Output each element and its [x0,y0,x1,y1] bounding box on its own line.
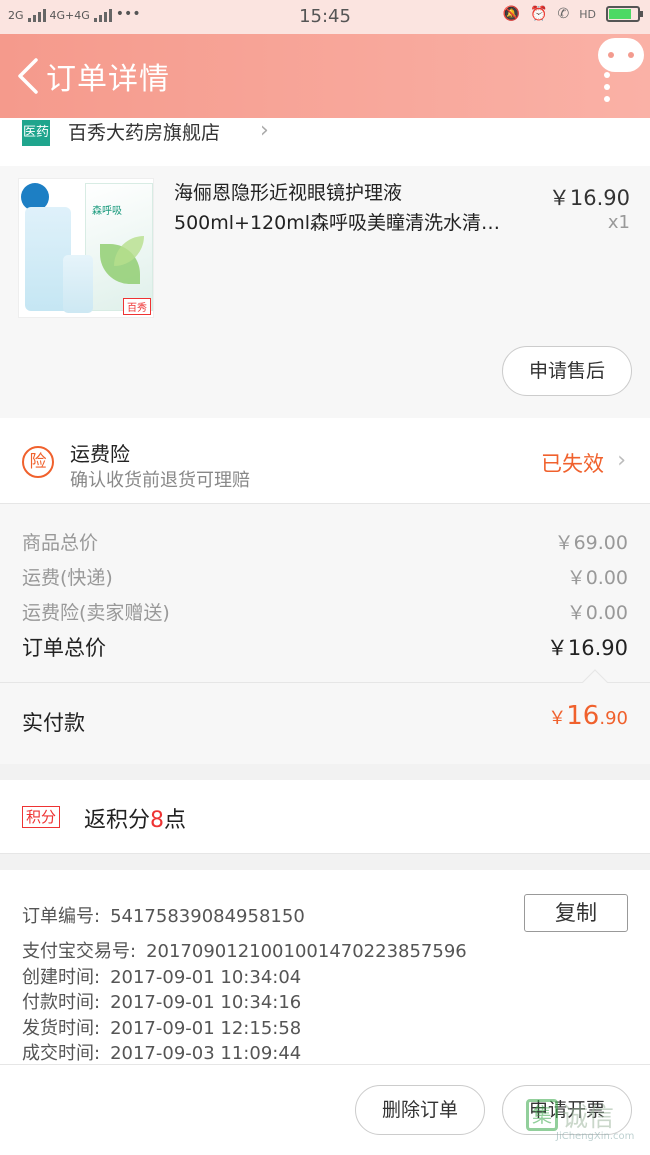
amount-paid-row: 实付款 ￥16.90 [0,669,650,764]
product-image: 森呼吸 百秀 [18,178,154,318]
bubble-dot [628,52,634,58]
chevron-left-icon [18,58,38,94]
product-price: ￥16.90 [548,186,630,210]
insurance-title: 运费险 [70,442,130,466]
created-label: 创建时间: [22,967,101,988]
paid-time-label: 付款时间: [22,992,101,1013]
insurance-fee-row: 运费险(卖家赠送) ￥0.00 [22,598,628,625]
points-prefix: 返积分 [84,808,151,833]
created-row: 创建时间: 2017-09-01 10:34:04 [22,963,301,989]
app-header: 订单详情 [0,34,650,118]
points-badge: 积分 [22,806,61,828]
bell-off-icon: 🔕 [502,6,521,22]
store-row[interactable]: 医药 百秀大药房旗舰店 › [0,118,650,166]
battery-fill [609,9,632,19]
completed-label: 成交时间: [22,1043,101,1064]
shipped-label: 发货时间: [22,1018,101,1039]
order-number-label: 订单编号: [22,906,101,927]
product-name: 海俪恩隐形近视眼镜护理液 500ml+120ml森呼吸美瞳清洗水清… [174,178,534,238]
shipping-insurance-row[interactable]: 险 运费险 确认收货前退货可理赔 已失效 › [0,418,650,504]
status-right: 🔕 ⏰ ✆ HD [502,6,643,22]
battery-icon [606,6,643,22]
completed-value: 2017-09-03 11:09:44 [110,1043,302,1064]
order-total-value: ￥16.90 [546,636,628,660]
completed-row: 成交时间: 2017-09-03 11:09:44 [22,1039,301,1065]
chat-bubble-icon[interactable] [598,38,644,72]
order-total-label: 订单总价 [22,636,106,660]
insurance-fee-label: 运费险(卖家赠送) [22,602,170,624]
site-watermark: 集 诚信 JiChengXin.com [526,1097,644,1147]
paid-time-value: 2017-09-01 10:34:16 [110,992,302,1013]
back-button[interactable] [12,56,46,96]
goods-total-label: 商品总价 [22,532,99,554]
shipped-value: 2017-09-01 12:15:58 [110,1018,302,1039]
action-bar: 删除订单 申请开票 集 诚信 JiChengXin.com [0,1064,650,1155]
points-suffix: 点 [164,808,187,833]
paid-time-row: 付款时间: 2017-09-01 10:34:16 [22,988,301,1014]
product-card[interactable]: 森呼吸 百秀 海俪恩隐形近视眼镜护理液 500ml+120ml森呼吸美瞳清洗水清… [0,166,650,418]
chevron-right-icon: › [260,118,269,143]
more-menu-icon[interactable] [604,72,610,108]
order-number-value: 54175839084958150 [110,906,305,927]
delete-order-button[interactable]: 删除订单 [355,1085,485,1135]
order-number-row: 订单编号: 54175839084958150 [22,902,305,928]
watermark-text: 诚信 [562,1103,615,1133]
shipping-label: 运费(快递) [22,567,113,589]
product-quantity: x1 [607,212,630,233]
shipping-value: ￥0.00 [566,567,628,589]
points-row: 积分 返积分8点 [0,780,650,854]
shipped-row: 发货时间: 2017-09-01 12:15:58 [22,1014,301,1040]
product-image-text: 森呼吸 [92,206,122,217]
call-icon: ✆ [557,6,570,22]
points-text: 返积分8点 [84,802,186,834]
insurance-status: 已失效 [541,452,604,476]
amount-integer: 16 [566,701,600,731]
alipay-label: 支付宝交易号: [22,941,137,962]
goods-total-row: 商品总价 ￥69.00 [22,528,628,555]
amount-decimal: .90 [599,708,628,729]
status-bar: 2G 4G+4G ••• 15:45 🔕 ⏰ ✆ HD [0,0,650,34]
shipping-row: 运费(快递) ￥0.00 [22,563,628,590]
created-value: 2017-09-01 10:34:04 [110,967,302,988]
brand-badge: 百秀 [123,298,151,315]
watermark-url: JiChengXin.com [556,1131,635,1142]
points-number: 8 [150,808,165,833]
small-bottle-graphic [63,255,93,313]
copy-button[interactable]: 复制 [524,894,628,932]
product-name-line1: 海俪恩隐形近视眼镜护理液 [174,182,403,204]
pharmacy-icon: 医药 [22,120,50,146]
chevron-right-icon: › [617,448,626,473]
alipay-value: 2017090121001001470223857596 [146,941,467,962]
goods-total-value: ￥69.00 [554,532,628,554]
insurance-subtitle: 确认收货前退货可理赔 [70,470,250,491]
product-name-line2: 500ml+120ml森呼吸美瞳清洗水清… [174,212,501,234]
alipay-row: 支付宝交易号: 2017090121001001470223857596 [22,937,467,963]
bubble-dot [608,52,614,58]
amount-paid-value: ￥16.90 [548,701,628,731]
order-total-row: 订单总价 ￥16.90 [22,632,628,662]
watermark-logo-icon: 集 [526,1099,558,1131]
leaf-graphic [114,236,144,266]
amount-paid-label: 实付款 [22,711,85,735]
store-name: 百秀大药房旗舰店 [68,122,221,144]
currency-symbol: ￥ [548,708,567,729]
insurance-fee-value: ￥0.00 [566,602,628,624]
box-graphic: 森呼吸 [85,183,153,311]
insurance-icon: 险 [22,446,54,478]
page-title: 订单详情 [46,62,170,97]
order-info: 订单编号: 54175839084958150 复制 支付宝交易号: 2017090… [0,870,650,1064]
hd-label: HD [579,7,596,21]
price-summary: 商品总价 ￥69.00 运费(快递) ￥0.00 运费险(卖家赠送) ￥0.00… [0,504,650,682]
alarm-icon: ⏰ [530,6,548,22]
after-sale-button[interactable]: 申请售后 [502,346,632,396]
